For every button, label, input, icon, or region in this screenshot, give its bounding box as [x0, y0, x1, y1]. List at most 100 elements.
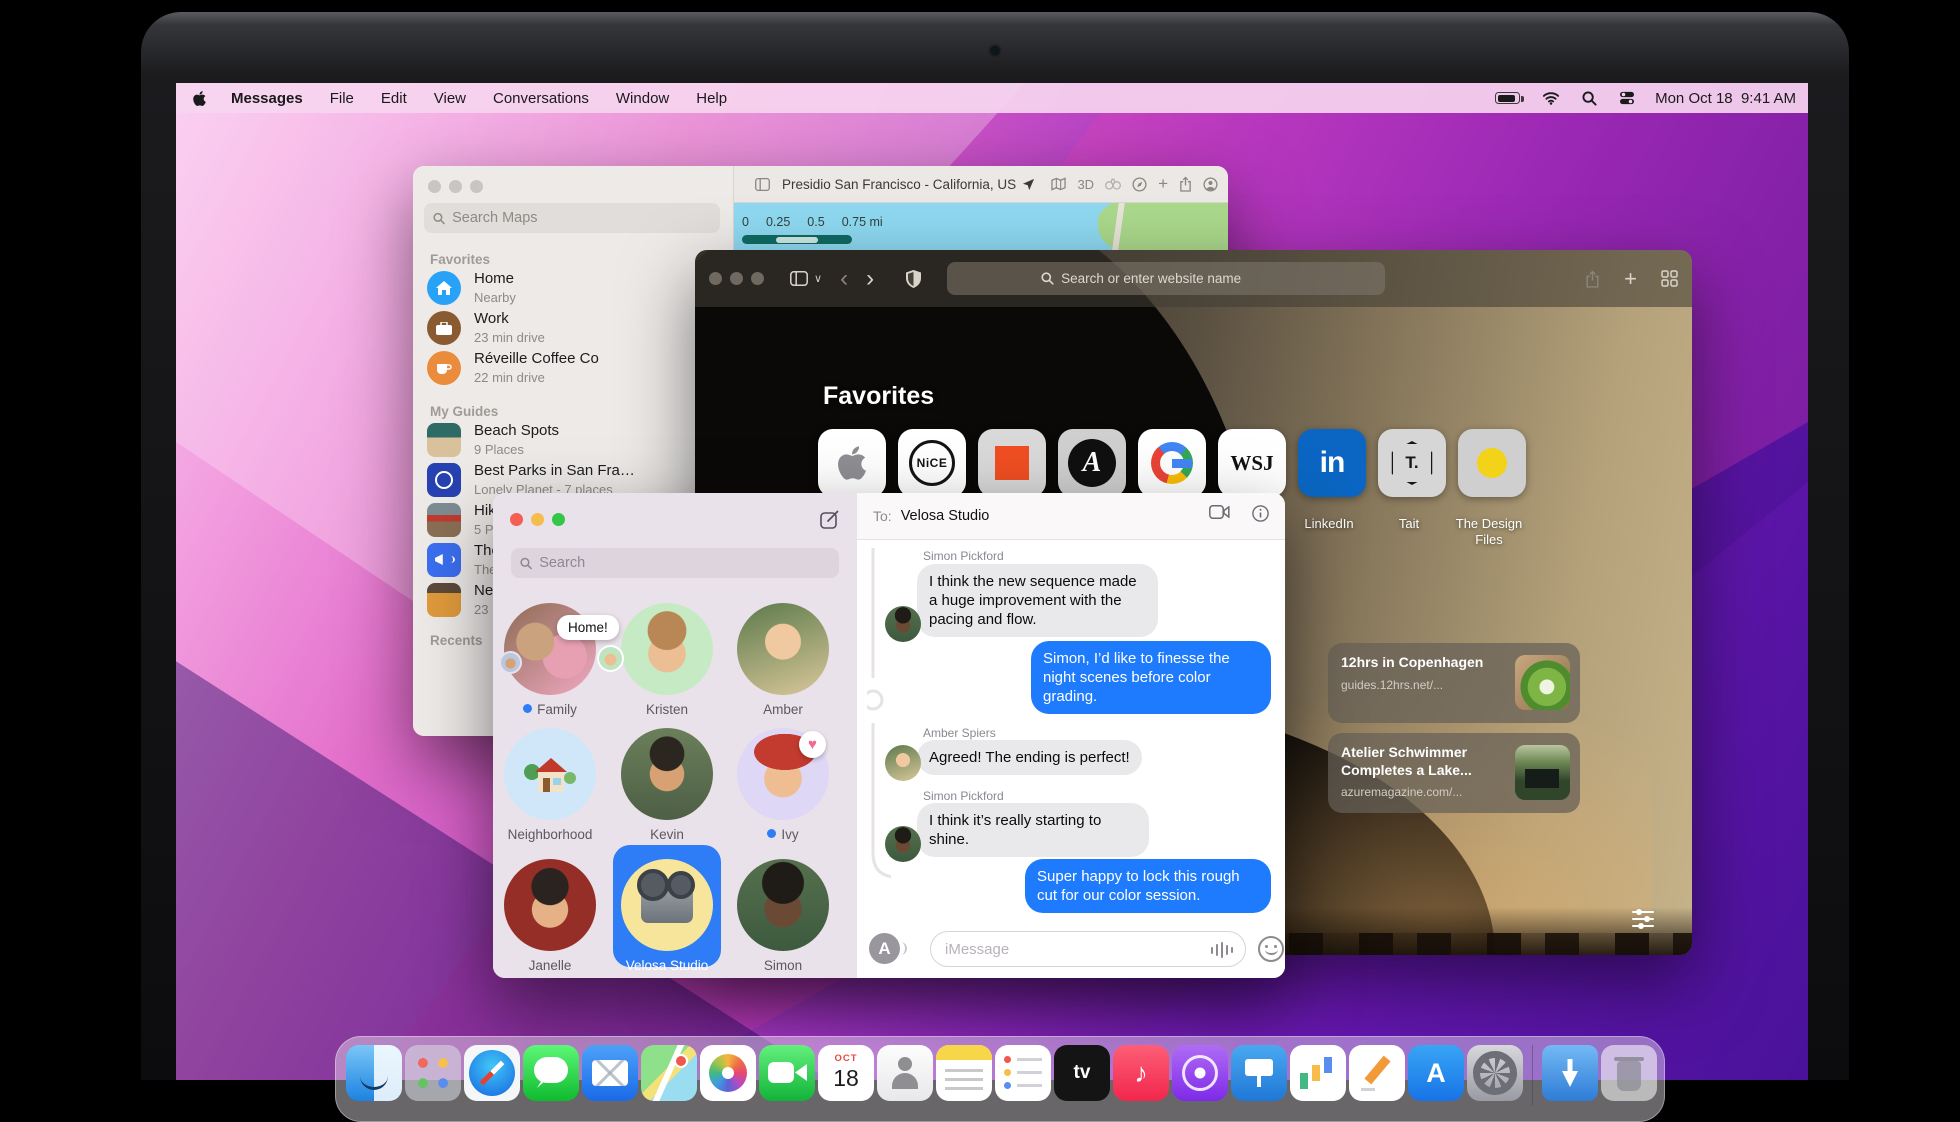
dock-downloads-icon[interactable] — [1542, 1045, 1598, 1101]
maps-search-field[interactable] — [424, 203, 720, 233]
minimize-button[interactable] — [531, 513, 544, 526]
minimize-button[interactable] — [449, 180, 462, 193]
contact-kevin[interactable]: Kevin — [609, 728, 725, 842]
account-icon[interactable] — [1203, 177, 1218, 192]
dock-contacts-icon[interactable] — [877, 1045, 933, 1101]
menu-item-messages[interactable]: Messages — [231, 90, 303, 107]
minimize-button[interactable] — [730, 272, 743, 285]
control-center-icon[interactable] — [1619, 91, 1635, 105]
link-preview-card[interactable]: 12hrs in Copenhagen guides.12hrs.net/... — [1328, 643, 1580, 723]
favorite-tait[interactable]: T. — [1378, 429, 1446, 497]
info-icon[interactable] — [1252, 505, 1269, 527]
back-button[interactable]: ‹ — [840, 265, 848, 293]
dock-trash-icon[interactable] — [1601, 1045, 1657, 1101]
battery-icon[interactable] — [1495, 92, 1520, 104]
dock-launchpad-icon[interactable] — [405, 1045, 461, 1101]
dock-system-preferences-icon[interactable] — [1467, 1045, 1523, 1101]
apple-menu-icon[interactable] — [192, 90, 207, 107]
3d-view-button[interactable]: 3D — [1077, 177, 1094, 192]
contact-janelle[interactable]: Janelle — [493, 859, 608, 973]
new-tab-button[interactable]: + — [1624, 266, 1637, 292]
dock-podcasts-icon[interactable] — [1172, 1045, 1228, 1101]
maps-favorite-coffee[interactable]: Réveille Coffee Co22 min drive — [427, 348, 717, 388]
dock-notes-icon[interactable] — [936, 1045, 992, 1101]
add-icon[interactable]: + — [1158, 174, 1168, 194]
contact-velosa-studio[interactable]: Velosa Studio — [609, 859, 725, 973]
zoom-button[interactable] — [470, 180, 483, 193]
dock-numbers-icon[interactable] — [1290, 1045, 1346, 1101]
menu-item-file[interactable]: File — [330, 90, 354, 107]
menu-item-help[interactable]: Help — [696, 90, 727, 107]
compose-icon[interactable] — [820, 510, 839, 534]
menu-clock[interactable]: Mon Oct 18 9:41 AM — [1655, 90, 1796, 107]
menu-item-view[interactable]: View — [434, 90, 466, 107]
dock-facetime-icon[interactable] — [759, 1045, 815, 1101]
dock-calendar-icon[interactable]: OCT 18 — [818, 1045, 874, 1101]
dock-pages-icon[interactable] — [1349, 1045, 1405, 1101]
dock-music-icon[interactable]: ♪ — [1113, 1045, 1169, 1101]
dock-finder-icon[interactable] — [346, 1045, 402, 1101]
audio-waveform-icon[interactable] — [1211, 942, 1234, 958]
chevron-down-icon[interactable]: ∨ — [814, 272, 822, 285]
dock-reminders-icon[interactable] — [995, 1045, 1051, 1101]
imessage-field[interactable] — [930, 931, 1246, 967]
tab-overview-icon[interactable] — [1661, 270, 1678, 287]
favorite-orange-square[interactable] — [978, 429, 1046, 497]
contact-neighborhood[interactable]: Neighborhood — [493, 728, 608, 842]
filters-sliders-icon[interactable] — [1631, 908, 1655, 935]
address-bar[interactable] — [947, 262, 1385, 295]
contact-name: Simon — [725, 958, 841, 973]
messages-search-field[interactable] — [511, 548, 839, 578]
compass-direction-icon[interactable] — [1132, 177, 1147, 192]
imessage-input[interactable] — [945, 941, 1209, 958]
wifi-icon[interactable] — [1542, 91, 1560, 105]
privacy-shield-icon[interactable] — [906, 270, 921, 288]
favorite-nice[interactable]: NiCE — [898, 429, 966, 497]
close-button[interactable] — [428, 180, 441, 193]
share-icon[interactable] — [1179, 176, 1192, 192]
maps-search-input[interactable] — [452, 210, 711, 226]
app-store-apps-icon[interactable]: A — [869, 933, 900, 964]
location-arrow-icon[interactable] — [1022, 178, 1035, 191]
zoom-button[interactable] — [552, 513, 565, 526]
dock-keynote-icon[interactable] — [1231, 1045, 1287, 1101]
maps-favorite-work[interactable]: Work23 min drive — [427, 308, 717, 348]
facetime-video-icon[interactable] — [1209, 505, 1230, 527]
favorite-google[interactable] — [1138, 429, 1206, 497]
contact-amber[interactable]: Amber — [725, 603, 841, 717]
maps-favorite-home[interactable]: HomeNearby — [427, 268, 717, 308]
messages-search-input[interactable] — [539, 555, 830, 571]
dock-maps-icon[interactable] — [641, 1045, 697, 1101]
forward-button[interactable]: › — [866, 265, 874, 293]
contact-name: Velosa Studio — [609, 958, 725, 973]
favorite-a-circle[interactable]: A — [1058, 429, 1126, 497]
dock-photos-icon[interactable] — [700, 1045, 756, 1101]
contact-simon[interactable]: Simon — [725, 859, 841, 973]
favorite-linkedin[interactable]: in — [1298, 429, 1366, 497]
emoji-icon[interactable] — [1258, 936, 1284, 962]
menu-item-window[interactable]: Window — [616, 90, 669, 107]
dock-app-store-icon[interactable]: A — [1408, 1045, 1464, 1101]
dock-messages-icon[interactable] — [523, 1045, 579, 1101]
share-icon[interactable] — [1585, 270, 1600, 288]
favorite-wsj[interactable]: WSJ — [1218, 429, 1286, 497]
close-button[interactable] — [510, 513, 523, 526]
close-button[interactable] — [709, 272, 722, 285]
dock-safari-icon[interactable] — [464, 1045, 520, 1101]
sidebar-toggle-icon[interactable] — [790, 271, 808, 286]
contact-kristen[interactable]: Kristen — [609, 603, 725, 717]
spotlight-search-icon[interactable] — [1582, 91, 1597, 106]
dock-mail-icon[interactable] — [582, 1045, 638, 1101]
zoom-button[interactable] — [751, 272, 764, 285]
sidebar-toggle-icon[interactable] — [755, 178, 770, 191]
favorite-design-files[interactable] — [1458, 429, 1526, 497]
address-input[interactable] — [1061, 271, 1291, 286]
binoculars-icon[interactable] — [1105, 178, 1121, 190]
map-view-icon[interactable] — [1051, 177, 1066, 191]
dock-tv-icon[interactable]: tv — [1054, 1045, 1110, 1101]
favorite-apple[interactable] — [818, 429, 886, 497]
menu-item-edit[interactable]: Edit — [381, 90, 407, 107]
maps-guide-item[interactable]: Beach Spots9 Places — [427, 420, 717, 460]
menu-item-conversations[interactable]: Conversations — [493, 90, 589, 107]
link-preview-card[interactable]: Atelier Schwimmer Completes a Lake... az… — [1328, 733, 1580, 813]
